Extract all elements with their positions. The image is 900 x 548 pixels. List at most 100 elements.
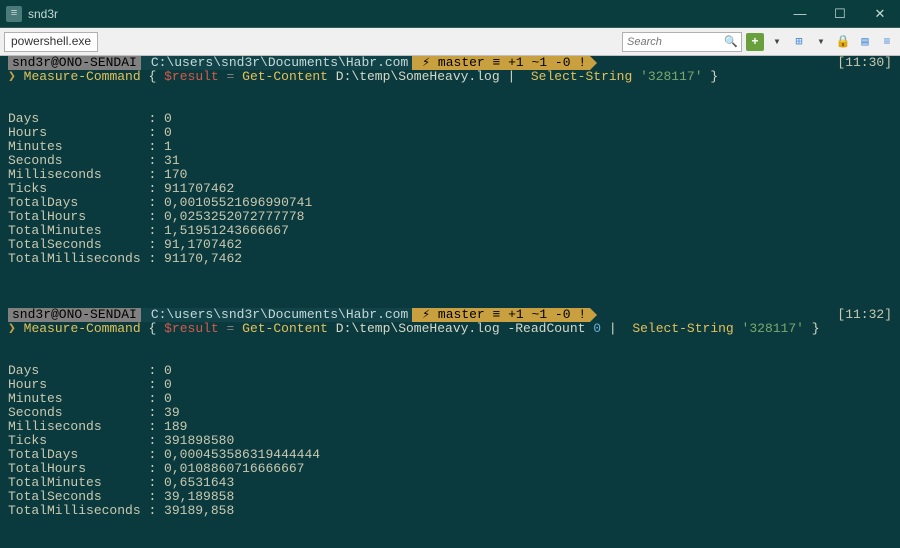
output-row: Hours : 0 [8,126,892,140]
output-key: TotalHours [8,209,148,224]
output-value: 189 [164,419,187,434]
output-value: 0 [164,391,172,406]
prompt-line: snd3r@ONO-SENDAI C:\users\snd3r\Document… [8,56,892,70]
output-key: Days [8,111,148,126]
output-row: Milliseconds : 189 [8,420,892,434]
close-button[interactable]: ✕ [860,0,900,28]
output-row: TotalSeconds : 91,1707462 [8,238,892,252]
output-key: Hours [8,377,148,392]
pipe: | [609,321,617,336]
git-status: ⚡ master ≡ +1 ~1 -0 ! [412,308,590,322]
output-value: 911707462 [164,181,234,196]
path: C:\users\snd3r\Documents\Habr.com [141,56,412,70]
cmd-select: Select-String [632,321,733,336]
cmd-var: $result [164,321,219,336]
minimize-button[interactable]: — [780,0,820,28]
output-value: 0,000453586319444444 [164,447,320,462]
menu-icon[interactable]: ≡ [878,33,896,51]
output-row: TotalHours : 0,0253252072777778 [8,210,892,224]
cmd-pattern: '328117' [742,321,804,336]
output-row: Hours : 0 [8,378,892,392]
user-host: snd3r@ONO-SENDAI [8,308,141,322]
tab-label[interactable]: powershell.exe [4,32,98,52]
output-value: 170 [164,167,187,182]
window-title: snd3r [28,7,780,21]
output-key: TotalMilliseconds [8,503,148,518]
cmd-readcount: -ReadCount [507,321,585,336]
output-key: Seconds [8,405,148,420]
output-key: TotalDays [8,447,148,462]
terminal-session: snd3r@ONO-SENDAI C:\users\snd3r\Document… [0,308,900,548]
output-value: 39,189858 [164,489,234,504]
terminal-session: snd3r@ONO-SENDAI C:\users\snd3r\Document… [0,56,900,308]
search-wrap: 🔍 [622,32,742,52]
output-value: 391898580 [164,433,234,448]
output-row: Seconds : 39 [8,406,892,420]
search-icon[interactable]: 🔍 [724,35,738,49]
output-row: Days : 0 [8,112,892,126]
cmd-file: D:\temp\SomeHeavy.log [336,321,500,336]
output-row: TotalDays : 0,00105521696990741 [8,196,892,210]
output-row: Days : 0 [8,364,892,378]
terminal[interactable]: snd3r@ONO-SENDAI C:\users\snd3r\Document… [0,56,900,548]
output-row: TotalDays : 0,000453586319444444 [8,448,892,462]
lock-icon[interactable]: 🔒 [834,33,852,51]
app-icon: ≡ [6,6,22,22]
path: C:\users\snd3r\Documents\Habr.com [141,308,412,322]
output-row: Ticks : 391898580 [8,434,892,448]
output-value: 39 [164,405,180,420]
output-value: 0,0253252072777778 [164,209,304,224]
output-key: Milliseconds [8,419,148,434]
command-line: ❯ Measure-Command { $result = Get-Conten… [8,322,892,336]
cmd-measure: Measure-Command [24,69,141,84]
toolbar: powershell.exe 🔍 + ▾ ⊞ ▾ 🔒 ▤ ≡ [0,28,900,56]
git-status: ⚡ master ≡ +1 ~1 -0 ! [412,56,590,70]
cmd-file: D:\temp\SomeHeavy.log [336,69,500,84]
output-value: 0,0108860716666667 [164,461,304,476]
output-key: Hours [8,125,148,140]
output-key: TotalMinutes [8,475,148,490]
brace-close: } [710,69,718,84]
windows-icon[interactable]: ⊞ [790,33,808,51]
prompt-caret: ❯ [8,321,16,336]
output-row: Minutes : 1 [8,140,892,154]
output-row: TotalMinutes : 0,6531643 [8,476,892,490]
output-value: 1 [164,139,172,154]
output-row: TotalHours : 0,0108860716666667 [8,462,892,476]
add-tab-button[interactable]: + [746,33,764,51]
cmd-get: Get-Content [242,321,328,336]
output-row: Minutes : 0 [8,392,892,406]
output-value: 0 [164,125,172,140]
output-row: Milliseconds : 170 [8,168,892,182]
output-row: Ticks : 911707462 [8,182,892,196]
output-key: TotalSeconds [8,489,148,504]
output-key: Days [8,363,148,378]
output-row: TotalMilliseconds : 39189,858 [8,504,892,518]
output-value: 0 [164,111,172,126]
maximize-button[interactable]: ☐ [820,0,860,28]
brace-close: } [812,321,820,336]
options-dropdown-icon[interactable]: ▾ [812,33,830,51]
cmd-rcval: 0 [593,321,601,336]
dropdown-icon[interactable]: ▾ [768,33,786,51]
output-key: TotalMinutes [8,223,148,238]
timestamp: [11:32] [837,308,892,322]
titlebar: ≡ snd3r — ☐ ✕ [0,0,900,28]
cmd-pattern: '328117' [640,69,702,84]
cmd-get: Get-Content [242,69,328,84]
output-key: TotalHours [8,461,148,476]
brace-open: { [148,321,156,336]
panel-icon[interactable]: ▤ [856,33,874,51]
eq: = [227,69,235,84]
output-value: 0 [164,363,172,378]
cmd-measure: Measure-Command [24,321,141,336]
output-key: Milliseconds [8,167,148,182]
output-row: TotalMinutes : 1,51951243666667 [8,224,892,238]
output-key: TotalMilliseconds [8,251,148,266]
cmd-var: $result [164,69,219,84]
prompt-line: snd3r@ONO-SENDAI C:\users\snd3r\Document… [8,308,892,322]
output-value: 1,51951243666667 [164,223,289,238]
output-value: 39189,858 [164,503,234,518]
output-value: 91,1707462 [164,237,242,252]
timestamp: [11:30] [837,56,892,70]
